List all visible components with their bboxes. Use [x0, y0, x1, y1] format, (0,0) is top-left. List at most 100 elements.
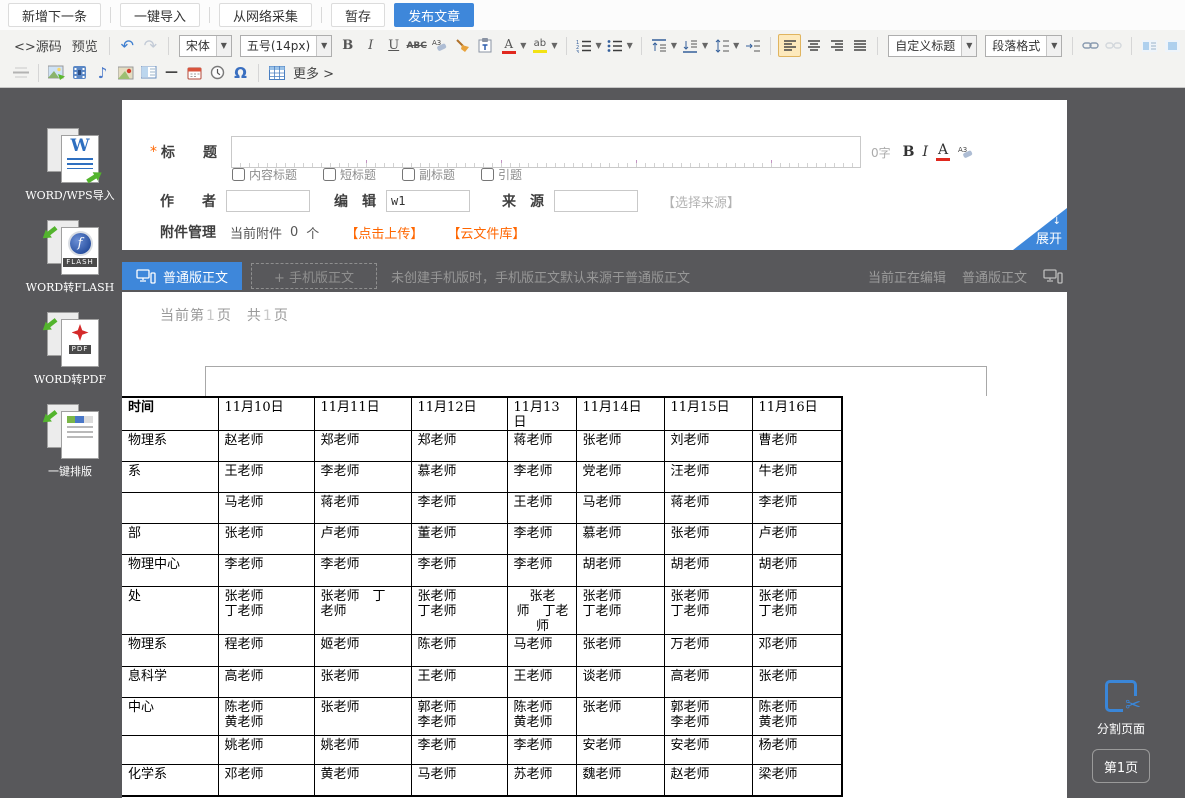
table-cell[interactable]: 慕老师	[576, 524, 664, 555]
upload-attachment-link[interactable]: 【点击上传】	[345, 223, 423, 242]
table-cell[interactable]: 张老 师 丁老 师	[507, 587, 576, 635]
table-cell[interactable]: 蒋老师	[507, 431, 576, 462]
title-input[interactable]	[231, 136, 861, 168]
line-height-dropdown[interactable]: ▼	[733, 41, 739, 50]
chevron-down-icon[interactable]: ▼	[961, 36, 976, 56]
more-tools-button[interactable]: 更多 >	[289, 63, 338, 82]
checkbox-sub-title[interactable]: 副标题	[402, 166, 455, 183]
source-input[interactable]	[554, 190, 638, 212]
table-header-cell[interactable]: 11月16日	[752, 397, 842, 431]
table-cell[interactable]: 陈老师 黄老师	[752, 698, 842, 736]
font-color-button[interactable]: A	[498, 35, 519, 56]
page-1-button[interactable]: 第1页	[1092, 749, 1150, 783]
table-cell[interactable]: 李老师	[411, 493, 507, 524]
insert-time-icon[interactable]	[207, 62, 228, 83]
table-cell[interactable]: 蒋老师	[664, 493, 752, 524]
checkbox-input[interactable]	[323, 168, 336, 181]
choose-source-link[interactable]: 【选择来源】	[662, 192, 740, 211]
table-cell[interactable]: 张老师 丁老师	[576, 587, 664, 635]
table-cell[interactable]: 陈老师 黄老师	[218, 698, 314, 736]
table-cell[interactable]: 邓老师	[752, 635, 842, 667]
table-cell[interactable]: 谈老师	[576, 667, 664, 698]
table-cell[interactable]: 张老师	[576, 635, 664, 667]
format-painter-icon[interactable]	[452, 35, 473, 56]
unordered-list-icon[interactable]	[605, 35, 626, 56]
spacing-before-icon[interactable]	[649, 35, 670, 56]
table-cell[interactable]: 李老师	[314, 555, 411, 587]
one-click-typeset-tool[interactable]: 一键排版	[20, 404, 120, 479]
table-cell[interactable]: 曹老师	[752, 431, 842, 462]
font-size-select[interactable]: 五号(14px) ▼	[240, 35, 332, 57]
title-color-button[interactable]: A	[936, 143, 950, 161]
save-draft-button[interactable]: 暂存	[331, 3, 385, 27]
table-cell[interactable]: 蒋老师	[314, 493, 411, 524]
table-cell[interactable]: 张老师	[314, 667, 411, 698]
insert-hr-icon[interactable]: —	[161, 62, 182, 83]
insert-video-icon[interactable]	[69, 62, 90, 83]
publish-article-button[interactable]: 发布文章	[394, 3, 474, 27]
custom-title-select[interactable]: 自定义标题 ▼	[888, 35, 977, 57]
table-cell[interactable]: 李老师	[507, 524, 576, 555]
table-header-cell[interactable]: 11月13日	[507, 397, 576, 431]
table-cell[interactable]: 董老师	[411, 524, 507, 555]
table-cell[interactable]: 李老师	[218, 555, 314, 587]
paste-as-text-icon[interactable]	[475, 35, 496, 56]
float-left-icon[interactable]	[1139, 35, 1160, 56]
spacing-before-dropdown[interactable]: ▼	[671, 41, 677, 50]
table-cell[interactable]: 姬老师	[314, 635, 411, 667]
float-center-icon[interactable]	[1162, 35, 1183, 56]
title-italic-button[interactable]: I	[922, 144, 928, 160]
table-cell[interactable]: 郭老师 李老师	[664, 698, 752, 736]
indent-icon[interactable]	[742, 35, 763, 56]
title-bold-button[interactable]: B	[903, 144, 915, 160]
font-color-dropdown[interactable]: ▼	[520, 41, 526, 50]
insert-columns-icon[interactable]	[138, 62, 159, 83]
table-row-label[interactable]	[122, 493, 218, 524]
highlight-dropdown[interactable]: ▼	[551, 41, 557, 50]
align-left-button[interactable]	[778, 34, 801, 57]
table-cell[interactable]: 王老师	[411, 667, 507, 698]
table-cell[interactable]: 安老师	[576, 736, 664, 765]
table-cell[interactable]: 李老师	[411, 736, 507, 765]
table-cell[interactable]: 李老师	[752, 493, 842, 524]
table-cell[interactable]: 慕老师	[411, 462, 507, 493]
author-input[interactable]	[226, 190, 310, 212]
table-cell[interactable]: 姚老师	[218, 736, 314, 765]
table-header-cell[interactable]: 时间	[122, 397, 218, 431]
table-cell[interactable]: 胡老师	[664, 555, 752, 587]
table-cell[interactable]: 邓老师	[218, 765, 314, 796]
bold-button[interactable]: B	[337, 35, 358, 56]
italic-button[interactable]: I	[360, 35, 381, 56]
table-row-label[interactable]: 物理系	[122, 635, 218, 667]
insert-image-icon[interactable]	[46, 62, 67, 83]
table-header-cell[interactable]: 11月15日	[664, 397, 752, 431]
table-cell[interactable]: 王老师	[507, 493, 576, 524]
table-cell[interactable]: 马老师	[411, 765, 507, 796]
insert-table-icon[interactable]	[266, 62, 287, 83]
word-wps-import-tool[interactable]: W WORD/WPS导入	[20, 128, 120, 203]
insert-map-icon[interactable]	[115, 62, 136, 83]
table-cell[interactable]: 赵老师	[218, 431, 314, 462]
tab-normal-content[interactable]: 普通版正文	[122, 262, 242, 290]
table-cell[interactable]: 牛老师	[752, 462, 842, 493]
font-family-select[interactable]: 宋体 ▼	[179, 35, 232, 57]
table-cell[interactable]: 张老师	[218, 524, 314, 555]
spacing-after-dropdown[interactable]: ▼	[702, 41, 708, 50]
table-cell[interactable]: 卢老师	[752, 524, 842, 555]
table-row-label[interactable]: 处	[122, 587, 218, 635]
underline-button[interactable]: U	[383, 35, 404, 56]
table-cell[interactable]: 高老师	[664, 667, 752, 698]
table-cell[interactable]: 黄老师	[314, 765, 411, 796]
table-cell[interactable]: 张老师 丁老师	[411, 587, 507, 635]
ordered-list-icon[interactable]: 123	[574, 35, 595, 56]
table-cell[interactable]: 郑老师	[314, 431, 411, 462]
table-cell[interactable]: 梁老师	[752, 765, 842, 796]
checkbox-content-title[interactable]: 内容标题	[232, 166, 297, 183]
table-cell[interactable]: 杨老师	[752, 736, 842, 765]
table-cell[interactable]: 党老师	[576, 462, 664, 493]
highlight-button[interactable]: ab	[529, 35, 550, 56]
checkbox-short-title[interactable]: 短标题	[323, 166, 376, 183]
unlink-icon[interactable]	[1103, 35, 1124, 56]
unordered-list-dropdown[interactable]: ▼	[627, 41, 633, 50]
table-cell[interactable]: 陈老师 黄老师	[507, 698, 576, 736]
